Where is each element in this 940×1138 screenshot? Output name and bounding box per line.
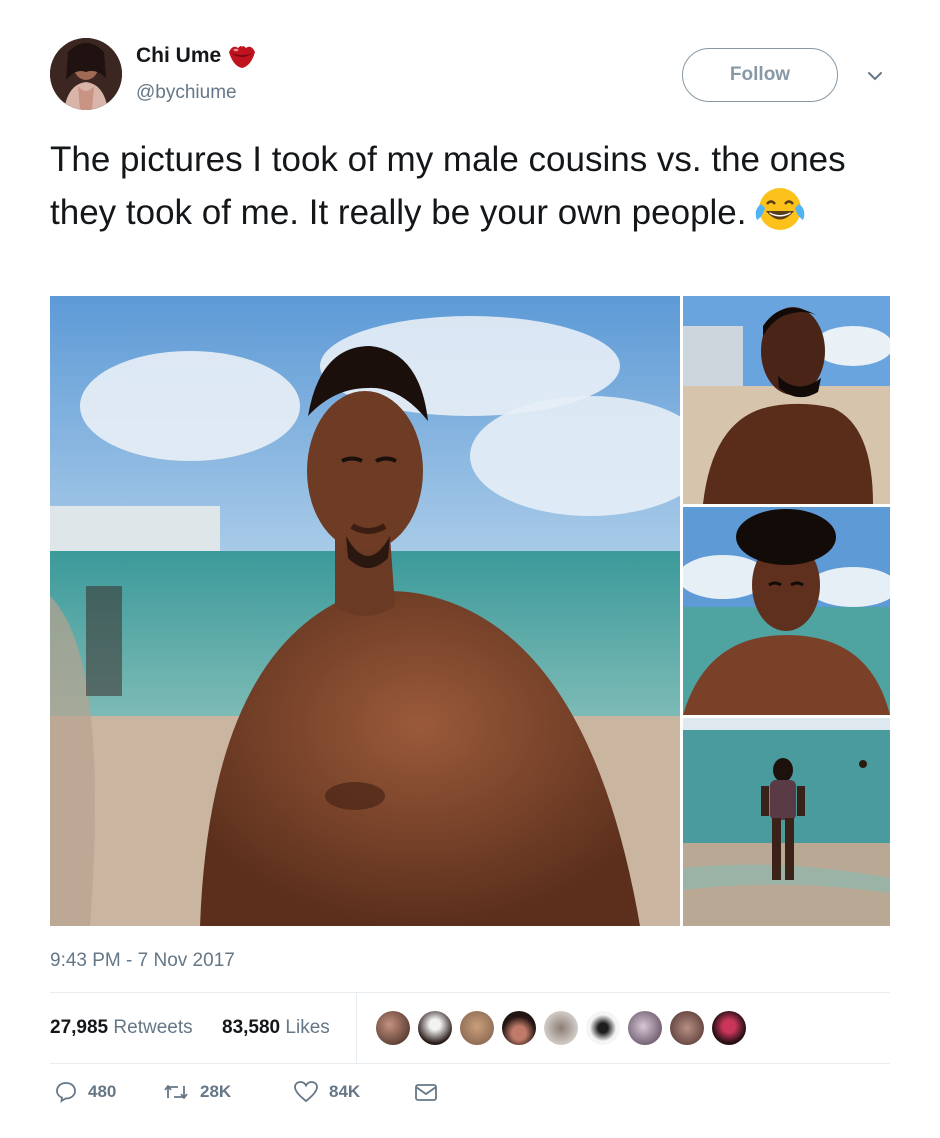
lips-emoji-icon bbox=[227, 42, 257, 70]
reply-action[interactable]: 480 bbox=[54, 1080, 116, 1104]
photo-beach-portrait-curly[interactable] bbox=[683, 507, 890, 715]
liker-avatar[interactable] bbox=[376, 1011, 410, 1045]
retweet-icon bbox=[164, 1085, 188, 1099]
chevron-down-icon[interactable] bbox=[865, 66, 885, 86]
liker-avatar[interactable] bbox=[460, 1011, 494, 1045]
liker-avatar[interactable] bbox=[586, 1011, 620, 1045]
media-grid bbox=[50, 296, 890, 926]
photo-beach-distant-woman[interactable] bbox=[683, 718, 890, 926]
direct-message-action[interactable] bbox=[413, 1080, 449, 1104]
likes-count: 83,580 bbox=[222, 1017, 281, 1038]
follow-button[interactable]: Follow bbox=[682, 48, 838, 102]
liker-avatars bbox=[376, 1011, 754, 1047]
retweet-action[interactable]: 28K bbox=[162, 1080, 231, 1104]
likes-label: Likes bbox=[285, 1017, 330, 1038]
reply-count: 480 bbox=[88, 1082, 117, 1101]
author-name-row: Chi Ume bbox=[136, 42, 257, 70]
tweet-text-body: The pictures I took of my male cousins v… bbox=[50, 140, 846, 232]
liker-avatar[interactable] bbox=[544, 1011, 578, 1045]
photo-beach-portrait-large[interactable] bbox=[50, 296, 680, 926]
tweet-actions: 480 28K 84K bbox=[50, 1080, 890, 1114]
author-avatar[interactable] bbox=[50, 38, 122, 110]
tweet-text: The pictures I took of my male cousins v… bbox=[50, 134, 890, 239]
stats-divider bbox=[356, 993, 357, 1063]
liker-avatar[interactable] bbox=[502, 1011, 536, 1045]
liker-avatar[interactable] bbox=[712, 1011, 746, 1045]
like-action[interactable]: 84K bbox=[293, 1080, 360, 1104]
photo-beach-profile[interactable] bbox=[683, 296, 890, 504]
reply-icon bbox=[56, 1082, 76, 1103]
liker-avatar[interactable] bbox=[418, 1011, 452, 1045]
tweet-timestamp[interactable]: 9:43 PM - 7 Nov 2017 bbox=[50, 950, 235, 972]
liker-avatar[interactable] bbox=[670, 1011, 704, 1045]
liker-avatar[interactable] bbox=[628, 1011, 662, 1045]
heart-icon bbox=[294, 1081, 318, 1103]
tweet-header: Chi Ume @bychiume Follow bbox=[50, 38, 890, 110]
retweet-count: 28K bbox=[200, 1082, 232, 1101]
author-handle[interactable]: @bychiume bbox=[136, 82, 237, 104]
retweets-stat[interactable]: 27,985 Retweets bbox=[50, 1017, 193, 1039]
likes-stat[interactable]: 83,580 Likes bbox=[222, 1017, 330, 1039]
envelope-icon bbox=[415, 1084, 437, 1101]
retweets-label: Retweets bbox=[113, 1017, 193, 1038]
retweets-count: 27,985 bbox=[50, 1017, 109, 1038]
like-count: 84K bbox=[329, 1082, 361, 1101]
tears-of-joy-emoji-icon bbox=[753, 186, 807, 232]
tweet-stats: 27,985 Retweets 83,580 Likes bbox=[50, 992, 890, 1064]
author-display-name[interactable]: Chi Ume bbox=[136, 44, 221, 68]
